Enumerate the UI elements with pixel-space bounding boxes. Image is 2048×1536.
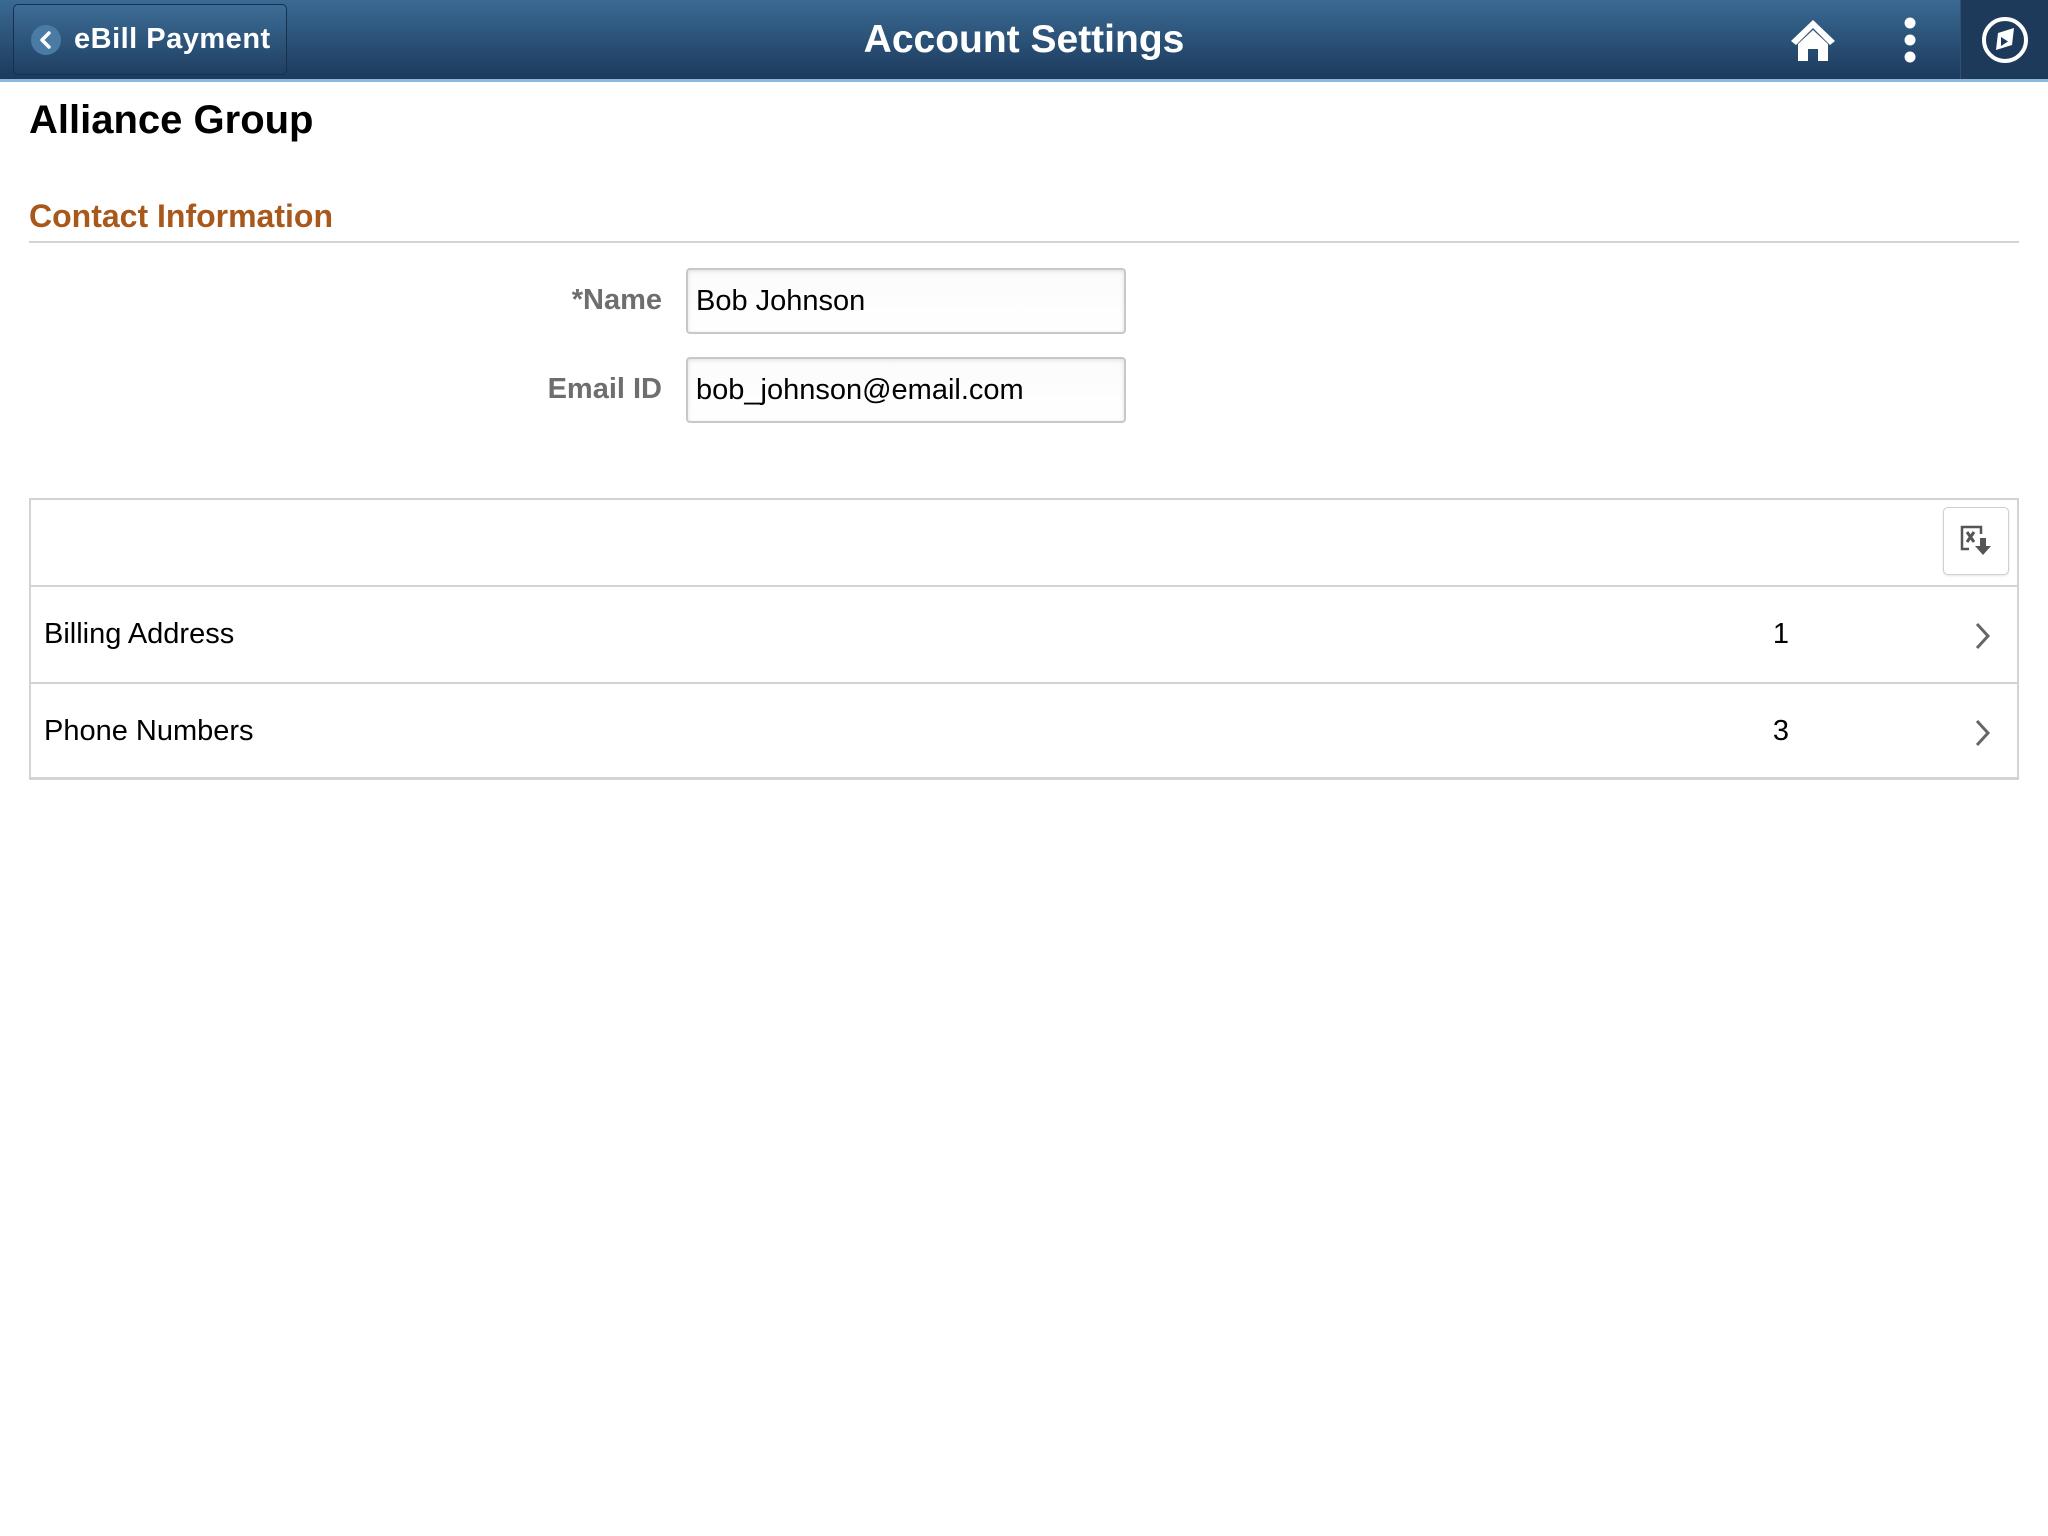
row-label: Phone Numbers [44,715,254,747]
section-title: Contact Information [29,198,333,234]
grid-row-billing-address[interactable]: Billing Address 1 [31,587,2017,684]
chevron-right-icon [1975,622,1991,650]
row-label: Billing Address [44,618,235,650]
export-to-excel-icon [1960,525,1991,555]
home-button[interactable] [1780,0,1846,79]
app-header: eBill Payment Account Settings [0,0,2048,82]
back-button-label: eBill Payment [74,23,271,55]
actions-menu-button[interactable] [1880,0,1940,79]
name-field[interactable] [686,268,1126,334]
related-items-grid: Billing Address 1 Phone Numbers 3 [29,498,2019,780]
section-divider [29,241,2019,243]
page-title: Account Settings [863,18,1185,61]
chevron-left-icon [31,24,61,55]
grid-row-phone-numbers[interactable]: Phone Numbers 3 [31,684,2017,779]
export-button[interactable] [1943,507,2009,575]
chevron-right-icon [1975,719,1991,747]
entity-title: Alliance Group [29,98,314,142]
back-button[interactable]: eBill Payment [13,4,287,75]
row-count: 3 [1772,715,1790,747]
home-icon [1791,19,1835,61]
email-field[interactable] [686,357,1126,423]
more-vertical-icon [1904,17,1916,62]
navbar-button[interactable] [1960,0,2048,79]
name-label: *Name [571,284,662,316]
grid-toolbar [31,500,2017,587]
email-label: Email ID [547,373,662,405]
compass-icon [1982,16,2028,63]
row-count: 1 [1772,618,1790,650]
